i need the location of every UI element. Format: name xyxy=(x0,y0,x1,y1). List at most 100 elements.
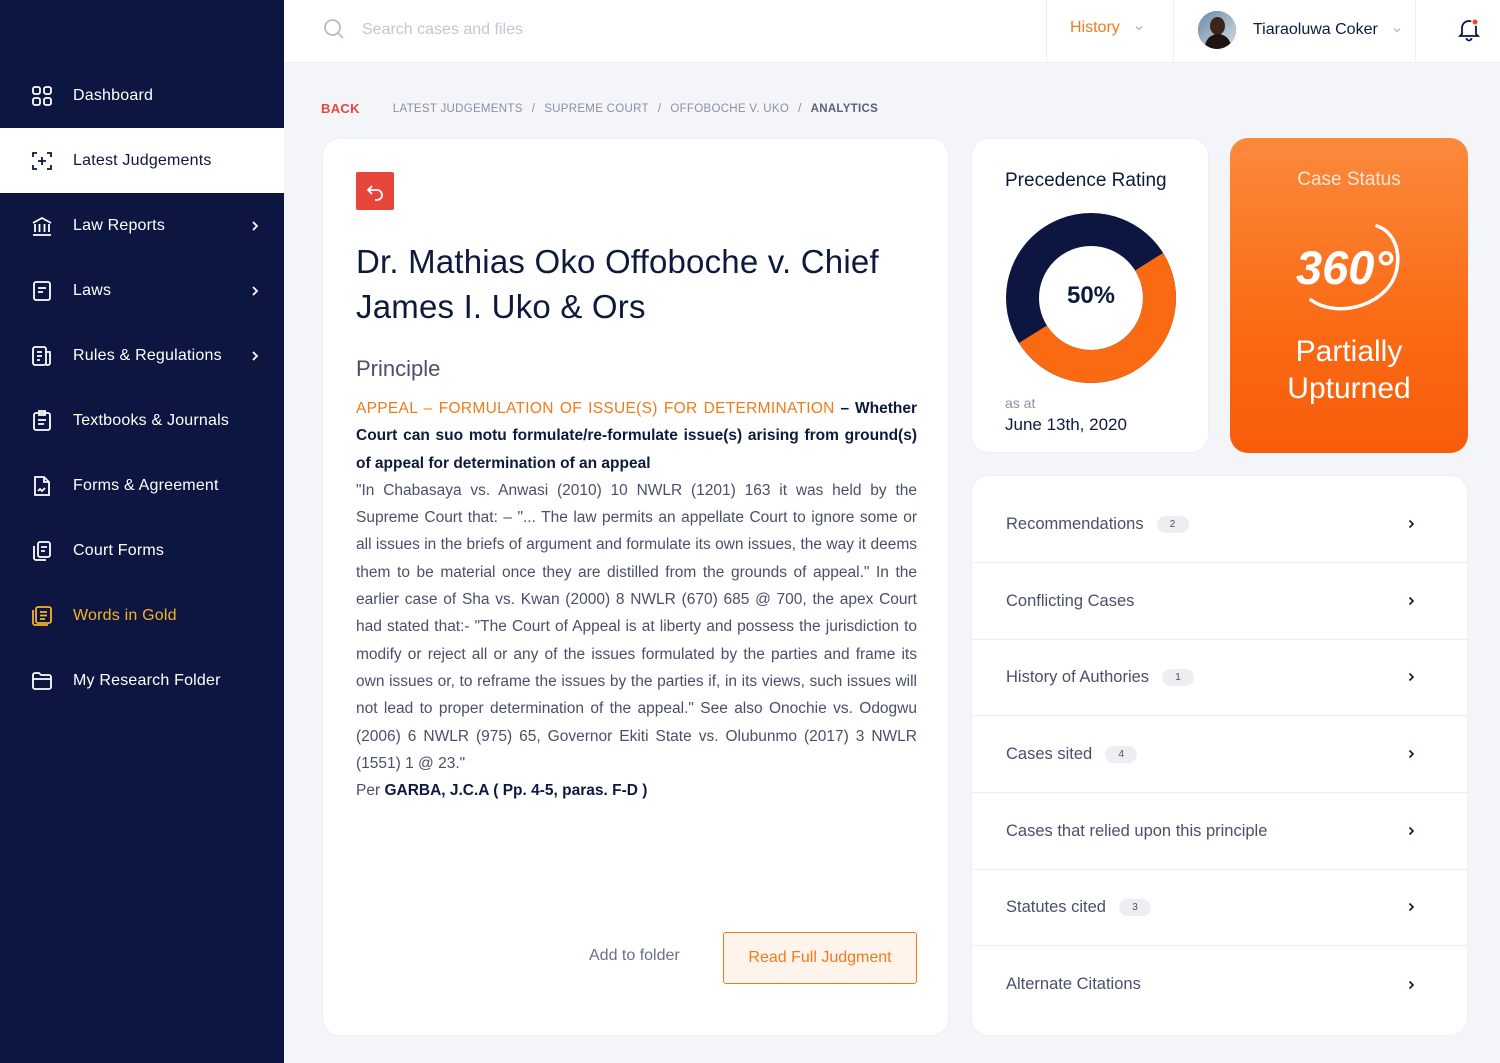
words-in-gold-icon xyxy=(30,604,54,628)
header-divider xyxy=(1046,0,1047,63)
per-author: GARBA, J.C.A ( Pp. 4-5, paras. F-D ) xyxy=(384,782,648,800)
link-history-of-authories[interactable]: History of Authories 1 xyxy=(972,639,1467,716)
laws-icon xyxy=(30,279,54,303)
sidebar-item-label: Words in Gold xyxy=(73,606,177,624)
donut-filled-arc xyxy=(1018,253,1176,383)
sidebar-item-textbooks-journals[interactable]: Textbooks & Journals xyxy=(0,388,284,453)
rules-icon xyxy=(30,344,54,368)
link-cases-sited[interactable]: Cases sited 4 xyxy=(972,716,1467,793)
chevron-down-icon xyxy=(1135,26,1143,31)
chevron-down-icon xyxy=(1393,28,1401,33)
principle-body: "In Chabasaya vs. Anwasi (2010) 10 NWLR … xyxy=(356,481,917,772)
breadcrumb-item[interactable]: OFFOBOCHE V. UKO xyxy=(670,103,789,115)
top-header: History Tiaraoluwa Coker xyxy=(284,0,1500,63)
breadcrumb-separator: / xyxy=(531,102,536,115)
principle-heading: Principle xyxy=(356,356,441,381)
sidebar-item-law-reports[interactable]: Law Reports xyxy=(0,193,284,258)
search-input[interactable] xyxy=(362,16,862,44)
folder-icon xyxy=(30,669,54,693)
sidebar-item-words-in-gold[interactable]: Words in Gold xyxy=(0,583,284,648)
link-label: History of Authories xyxy=(1006,667,1150,686)
link-label: Recommendations xyxy=(1006,514,1144,533)
breadcrumb-separator: / xyxy=(657,102,662,115)
per-label: Per xyxy=(356,782,385,800)
chevron-right-icon xyxy=(1408,519,1415,529)
chevron-right-icon xyxy=(252,350,259,361)
chevron-right-icon xyxy=(1408,596,1415,606)
bell-icon[interactable] xyxy=(1456,16,1482,42)
sidebar-item-dashboard[interactable]: Dashboard xyxy=(0,63,284,128)
sidebar-item-rules-regulations[interactable]: Rules & Regulations xyxy=(0,323,284,388)
link-label: Alternate Citations xyxy=(1006,975,1141,993)
back-link[interactable]: BACK xyxy=(321,101,360,116)
search-icon[interactable] xyxy=(322,17,346,41)
link-cases-relied-upon[interactable]: Cases that relied upon this principle xyxy=(972,793,1467,870)
chevron-right-icon xyxy=(1408,902,1415,912)
count-badge: 3 xyxy=(1118,898,1151,916)
sidebar-item-forms-agreement[interactable]: Forms & Agreement xyxy=(0,453,284,518)
history-label: History xyxy=(1070,19,1120,36)
return-arrow-icon xyxy=(366,185,383,201)
analytics-links-list: Recommendations 2 Conflicting Cases Hist… xyxy=(971,475,1468,1036)
link-statutes-cited[interactable]: Statutes cited 3 xyxy=(972,869,1467,946)
sidebar-item-label: My Research Folder xyxy=(73,671,221,689)
sidebar: Dashboard Latest Judgements Law Reports … xyxy=(0,0,284,1063)
avatar xyxy=(1198,11,1236,49)
chevron-right-icon xyxy=(252,220,259,231)
chevron-right-icon xyxy=(252,285,259,296)
chevron-right-icon xyxy=(1408,672,1415,682)
precedence-rating-card: Precedence Rating 50% as at June 13th, 2… xyxy=(971,138,1209,453)
breadcrumb-separator: / xyxy=(798,102,802,115)
status-title: Case Status xyxy=(1297,169,1401,190)
sidebar-item-label: Textbooks & Journals xyxy=(73,411,230,429)
principle-dash: – xyxy=(834,400,856,417)
link-label: Cases that relied upon this principle xyxy=(1006,821,1268,840)
user-name: Tiaraoluwa Coker xyxy=(1253,21,1378,38)
chevron-right-icon xyxy=(1408,980,1415,989)
link-label: Conflicting Cases xyxy=(1006,591,1135,610)
as-at-label: as at xyxy=(1005,395,1036,411)
count-badge: 2 xyxy=(1156,515,1189,533)
case-status-card: Case Status 360° Partially Upturned xyxy=(1230,138,1468,453)
court-forms-icon xyxy=(30,539,54,563)
header-divider xyxy=(1173,0,1174,63)
header-divider xyxy=(1415,0,1416,63)
dashboard-icon xyxy=(30,84,54,108)
case-card: Dr. Mathias Oko Offoboche v. Chief James… xyxy=(322,138,949,1036)
link-recommendations[interactable]: Recommendations 2 xyxy=(972,486,1467,563)
breadcrumb-item[interactable]: SUPREME COURT xyxy=(544,103,649,115)
sidebar-item-label: Court Forms xyxy=(73,541,165,559)
add-to-folder-button[interactable]: Add to folder xyxy=(589,947,680,965)
chevron-right-icon xyxy=(1408,826,1415,836)
textbooks-icon xyxy=(30,409,54,433)
principle-text: APPEAL – FORMULATION OF ISSUE(S) FOR DET… xyxy=(356,395,917,804)
logo-text: 360° xyxy=(1296,241,1394,294)
chevron-right-icon xyxy=(1408,749,1415,759)
back-button[interactable] xyxy=(356,172,394,210)
precedence-title: Precedence Rating xyxy=(1005,170,1167,191)
sidebar-item-latest-judgements[interactable]: Latest Judgements xyxy=(0,128,284,193)
sidebar-item-label: Rules & Regulations xyxy=(73,346,222,364)
status-value: Partially Upturned xyxy=(1287,335,1411,405)
law-reports-icon xyxy=(30,214,54,238)
latest-judgements-icon xyxy=(30,149,54,173)
sidebar-item-label: Latest Judgements xyxy=(73,151,212,169)
sidebar-item-court-forms[interactable]: Court Forms xyxy=(0,518,284,583)
sidebar-item-laws[interactable]: Laws xyxy=(0,258,284,323)
forms-icon xyxy=(30,474,54,498)
user-menu[interactable]: Tiaraoluwa Coker xyxy=(1198,10,1402,50)
as-at-date: June 13th, 2020 xyxy=(1005,415,1127,434)
case-title: Dr. Mathias Oko Offoboche v. Chief James… xyxy=(356,243,879,325)
precedence-value: 50% xyxy=(1066,282,1116,309)
sidebar-item-my-research-folder[interactable]: My Research Folder xyxy=(0,648,284,713)
sidebar-item-label: Laws xyxy=(73,281,112,299)
link-label: Cases sited xyxy=(1006,744,1093,763)
history-dropdown[interactable]: History xyxy=(1070,19,1144,37)
breadcrumb-item[interactable]: LATEST JUDGEMENTS xyxy=(393,103,523,115)
principle-tag: APPEAL – FORMULATION OF ISSUE(S) FOR DET… xyxy=(356,400,835,417)
link-conflicting-cases[interactable]: Conflicting Cases xyxy=(972,563,1467,640)
link-alternate-citations[interactable]: Alternate Citations xyxy=(972,946,1467,1023)
read-full-judgment-button[interactable]: Read Full Judgment xyxy=(723,932,917,984)
count-badge: 4 xyxy=(1105,745,1138,763)
360-logo-icon: 360° xyxy=(1296,224,1400,311)
